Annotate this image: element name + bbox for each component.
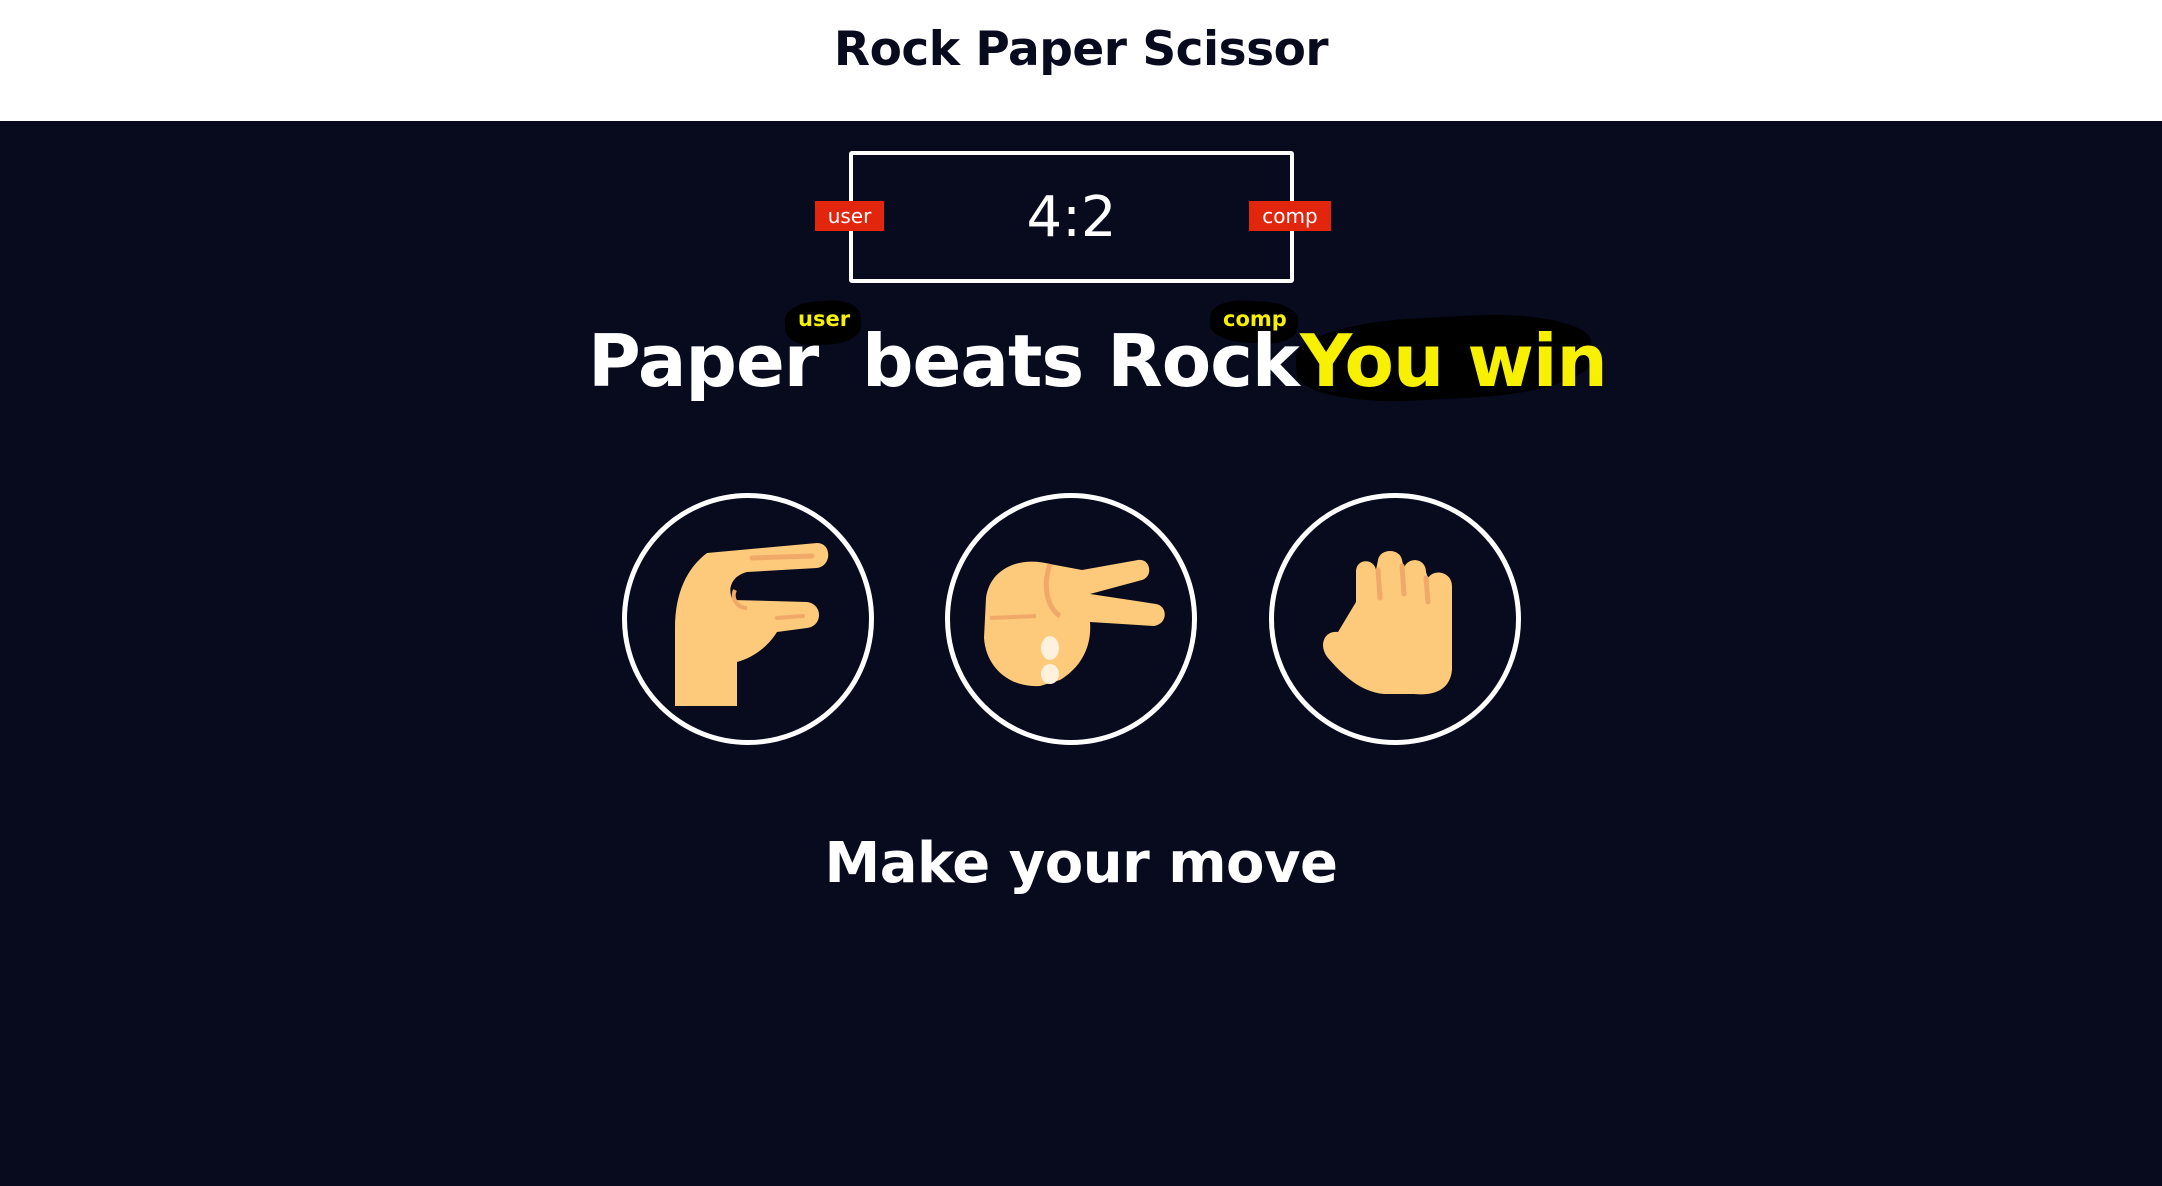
paper-button[interactable] — [622, 493, 874, 745]
header-bar: Rock Paper Scissor — [0, 0, 2162, 121]
game-area: 4:2 user comp Paper beats Rock You win u… — [0, 121, 2162, 1186]
comp-tag: comp — [1223, 307, 1287, 331]
round-result: Paper beats Rock You win — [0, 319, 2162, 439]
page-title: Rock Paper Scissor — [833, 22, 1329, 77]
comp-score-badge: comp — [1249, 201, 1331, 231]
score-value: 4:2 — [1026, 185, 1117, 250]
user-score-badge: user — [815, 201, 884, 231]
user-choice-text: Paper — [588, 319, 819, 403]
user-tag: user — [798, 307, 851, 331]
scissor-button[interactable] — [945, 493, 1197, 745]
comp-choice-text: beats Rock — [862, 319, 1300, 403]
paper-hand-icon — [675, 543, 829, 706]
scissor-hand-icon — [984, 559, 1165, 687]
make-move-prompt: Make your move — [824, 831, 1339, 896]
outcome-text: You win — [1300, 319, 1608, 403]
rock-fist-icon — [1323, 551, 1452, 695]
score-board: 4:2 — [849, 151, 1294, 283]
rock-button[interactable] — [1269, 493, 1521, 745]
